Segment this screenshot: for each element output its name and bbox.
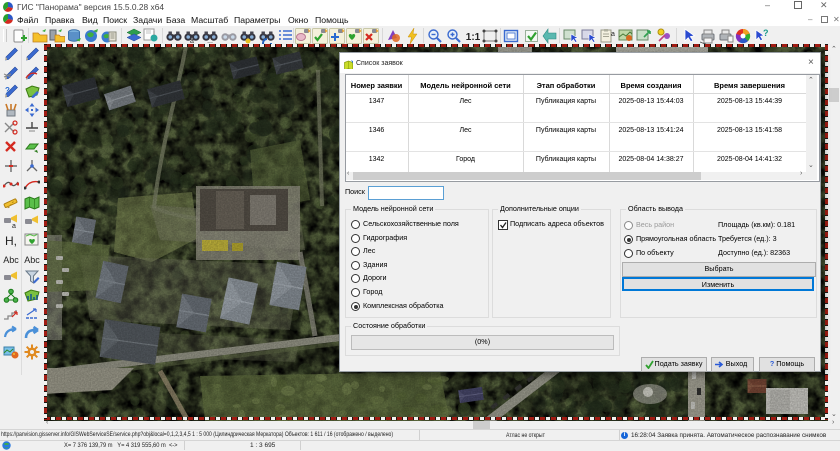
svg-text:a: a (611, 31, 615, 38)
svg-text:H,: H, (5, 234, 17, 248)
svg-text:a: a (12, 223, 16, 229)
svg-text:Abc: Abc (3, 255, 19, 265)
svg-text:?: ? (763, 28, 769, 38)
svg-text:1:1: 1:1 (466, 32, 481, 43)
svg-text:?: ? (5, 86, 10, 95)
svg-text:Abc: Abc (24, 255, 40, 265)
